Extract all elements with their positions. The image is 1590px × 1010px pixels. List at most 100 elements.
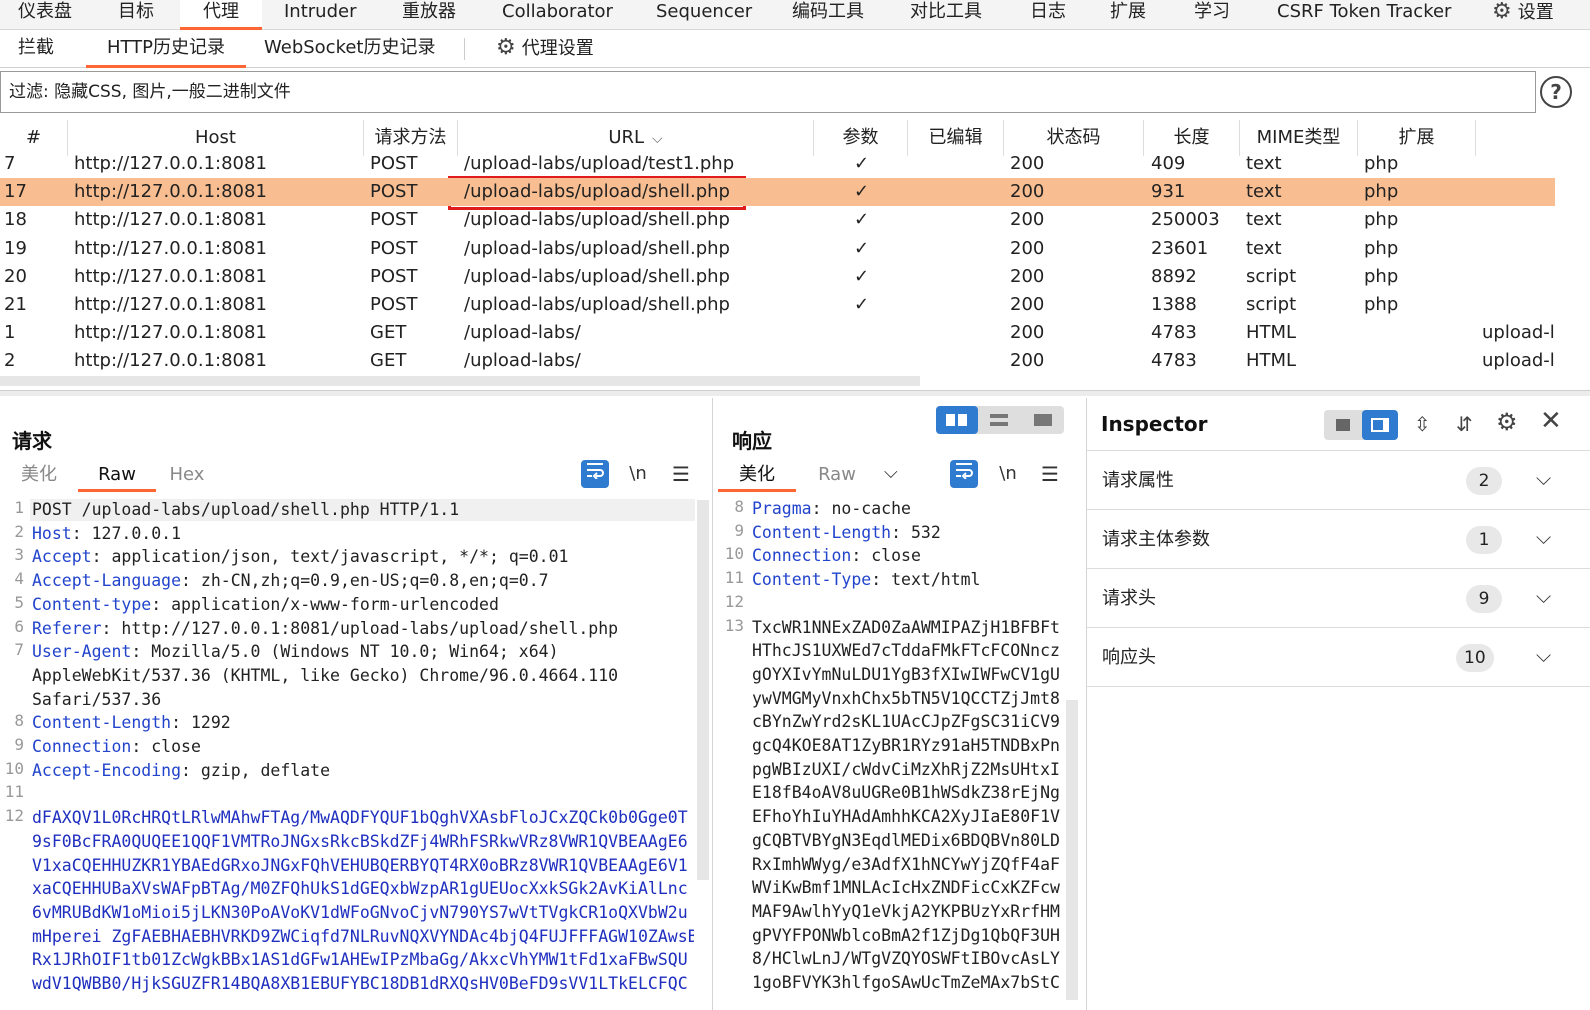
chevron-down-icon[interactable]: ⌵ [1536,643,1551,667]
layout-left-icon[interactable] [1336,419,1350,431]
help-icon[interactable]: ? [1540,76,1572,108]
line-number: 1 [14,498,24,517]
top-tab-label: 设置 [1517,2,1554,23]
cell-params [854,319,924,347]
newline-toggle[interactable]: \n [624,460,652,488]
table-row[interactable]: 18 http://127.0.0.1:8081 POST/upload-labs/… [0,206,1555,234]
top-tab-5[interactable]: Collaborator [502,0,613,30]
top-tab-7[interactable]: 编码工具 [792,0,864,30]
close-icon[interactable]: ✕ [1540,406,1562,436]
layout-split-icon[interactable] [936,406,978,434]
expand-icon[interactable]: ⇳ [1414,412,1431,436]
wrap-icon[interactable] [581,460,609,488]
chevron-down-icon[interactable]: ⌵ [1536,584,1551,608]
request-vertical-scrollbar[interactable] [697,500,709,880]
editor-line: Content-Length: 1292 [32,711,694,735]
header-colon: : [151,594,162,614]
editor-line: POST /upload-labs/upload/shell.php HTTP/… [32,498,694,522]
chevron-down-icon[interactable]: ⌵ [1536,525,1551,549]
layout-single-icon[interactable] [1034,414,1052,426]
header-key: Content-type [32,594,152,614]
editor-line: User-Agent: Mozilla/5.0 (Windows NT 10.0… [32,640,694,664]
table-horizontal-scrollbar[interactable] [0,376,920,386]
table-row[interactable]: 19 http://127.0.0.1:8081 POST/upload-labs/… [0,235,1555,263]
header-value: 532 [901,522,941,542]
layout-stacked-icon[interactable] [990,414,1008,426]
request-tab-0[interactable]: 美化 [12,458,66,492]
cell-edited [930,319,1004,347]
chevron-down-icon[interactable]: ⌵ [1536,466,1551,490]
menu-icon[interactable]: ☰ [1036,460,1064,488]
chevron-down-icon[interactable]: ⌵ [884,462,898,483]
header-colon: : [131,642,142,662]
top-tab-2[interactable]: 代理 [180,0,262,30]
body-line: TxcWR1NNExZAD0ZaAWMIPAZjH1BFBFt [752,617,1060,637]
top-tab-3[interactable]: Intruder [284,0,356,30]
header-value: gzip, deflate [190,760,331,780]
response-vertical-scrollbar[interactable] [1066,700,1078,1000]
header-key: Connection [32,737,132,756]
header-value: application/json, text/javascript, */*; … [101,547,569,567]
wrap-icon[interactable] [950,460,978,488]
inspector-section[interactable]: 请求属性 2 ⌵ [1086,452,1590,510]
inspector-section[interactable]: 请求主体参数 1 ⌵ [1086,511,1590,569]
collapse-icon[interactable]: ⇵ [1456,412,1473,436]
pane-splitter[interactable] [0,390,1590,396]
editor-line: Host: 127.0.0.1 [32,522,694,546]
cell-edited [930,347,1004,375]
menu-icon[interactable]: ☰ [667,460,695,488]
cell-edited [930,291,1004,319]
cell-params: ✓ [854,237,870,259]
top-tab-10[interactable]: 扩展 [1110,0,1146,30]
top-tab-11[interactable]: 学习 [1194,0,1230,30]
editor-line: AppleWebKit/537.36 (KHTML, like Gecko) C… [32,664,694,688]
sub-tab-2[interactable]: WebSocket历史记录 [264,30,436,68]
response-tab-0[interactable]: 美化 [718,458,796,492]
header-key: Accept [32,547,92,567]
inspector-section[interactable]: 请求头 9 ⌵ [1086,570,1590,628]
response-pane-title: 响应 [732,429,772,453]
cell-id: 2 [4,350,16,372]
line-number: 8 [734,497,744,516]
top-tab-8[interactable]: 对比工具 [910,0,982,30]
top-tab-1[interactable]: 目标 [118,0,154,30]
header-value: application/x-www-form-urlencoded [161,594,499,614]
header-colon: : [811,499,822,518]
sub-tab-1[interactable]: HTTP历史记录 [86,30,246,68]
header-colon: : [171,713,182,733]
request-tab-2[interactable]: Hex [160,458,214,492]
top-tab-12[interactable]: CSRF Token Tracker [1277,0,1451,30]
table-row[interactable]: 7 http://127.0.0.1:8081 POST/upload-labs/u… [0,150,1555,178]
response-tab-1[interactable]: Raw [806,458,868,492]
top-tab-4[interactable]: 重放器 [402,0,456,30]
top-tab-6[interactable]: Sequencer [656,0,752,30]
header-colon: : [851,546,862,566]
settings-gear-icon[interactable]: ⚙ [1496,408,1518,436]
table-row[interactable]: 17 http://127.0.0.1:8081 POST/upload-labs/… [0,178,1555,207]
top-tab-13[interactable]: ⚙ 设置 [1492,0,1554,30]
cell-title [1482,235,1562,263]
header-colon: : [101,618,112,638]
inspector-section[interactable]: 响应头 10 ⌵ [1086,629,1590,687]
top-tab-9[interactable]: 日志 [1030,0,1066,30]
header-colon: : [71,523,82,543]
top-tab-0[interactable]: 仪表盘 [18,0,72,30]
filter-bar[interactable]: 过滤: 隐藏CSS, 图片,一般二进制文件 [0,71,1536,113]
newline-toggle[interactable]: \n [994,460,1022,488]
request-tab-1[interactable]: Raw [78,458,156,492]
cell-ext: php [1364,265,1399,287]
inspector-count-badge: 9 [1466,585,1502,613]
inspector-count-badge: 2 [1466,467,1502,495]
body-line: 9sF0BcFRA0QUQEE1QQF1VMTRoJNGxsRkcBSkdZFj… [32,831,688,851]
sub-tab-3[interactable]: ⚙ 代理设置 [496,30,594,68]
table-row[interactable]: 21 http://127.0.0.1:8081 POST/upload-labs/… [0,291,1555,319]
layout-right-icon[interactable] [1362,410,1398,440]
table-row[interactable]: 1 http://127.0.0.1:8081 GET/upload-labs/20… [0,319,1555,347]
body-line: Rx1JRhOIF1tb01ZcWgkBBx1AS1dGFw1AHEwIPzMb… [32,950,688,970]
sub-tab-0[interactable]: 拦截 [18,30,54,68]
cell-ext: php [1364,181,1399,203]
table-row[interactable]: 2 http://127.0.0.1:8081 GET/upload-labs/20… [0,347,1555,375]
table-row[interactable]: 20 http://127.0.0.1:8081 POST/upload-labs/… [0,263,1555,291]
cell-status: 200 [1010,153,1045,174]
header-key: Pragma [752,499,812,518]
